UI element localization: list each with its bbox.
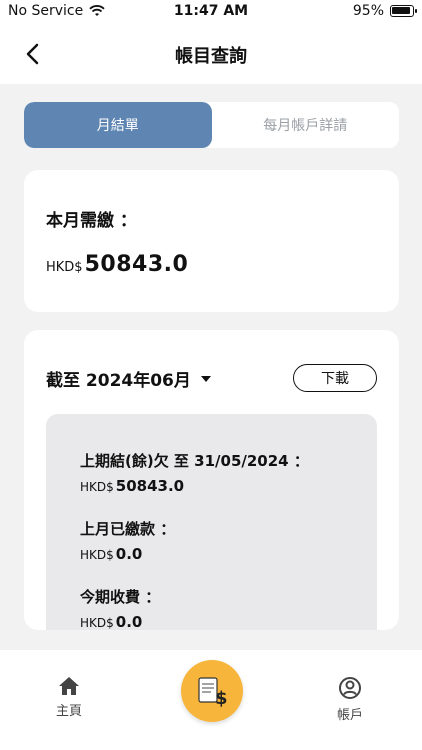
tab-monthly-statement[interactable]: 月結單: [24, 102, 212, 148]
account-icon: [339, 677, 361, 699]
previous-balance-amount: HKD$ 50843.0: [80, 477, 309, 495]
tab-monthly-account-details[interactable]: 每月帳戶詳請: [212, 102, 400, 148]
bill-center-button[interactable]: $: [181, 660, 243, 722]
nav-account[interactable]: 帳戶: [337, 676, 363, 723]
last-month-paid-amount: HKD$ 0.0: [80, 545, 175, 563]
status-bar: No Service 11:47 AM 95%: [0, 0, 422, 24]
header: 帳目查詢: [0, 24, 422, 84]
svg-text:$: $: [215, 688, 228, 708]
amount-due-title: 本月需繳 ：: [46, 211, 137, 231]
previous-balance-label: 上期結(餘)欠 至 31/05/2024 ：: [80, 452, 309, 470]
amount-due-value: 50843.0: [84, 252, 189, 277]
month-label: 截至 2024年06月: [46, 371, 191, 391]
nav-account-label: 帳戶: [337, 708, 364, 723]
last-month-paid-item: 上月已繳款 ： HKD$ 0.0: [80, 518, 175, 563]
current-charges-amount: HKD$ 0.0: [80, 613, 160, 630]
status-right: 95%: [352, 3, 417, 19]
month-selector[interactable]: 截至 2024年06月: [46, 366, 211, 391]
home-indicator: [0, 744, 422, 750]
nav-home-label: 主頁: [56, 704, 83, 719]
tab-bar: 月結單 每月帳戶詳請: [24, 102, 399, 148]
home-icon: [59, 677, 79, 695]
last-month-paid-value: 0.0: [115, 545, 143, 563]
statement-details: 上期結(餘)欠 至 31/05/2024 ： HKD$ 50843.0 上月已繳…: [46, 414, 377, 630]
previous-balance-currency: HKD$: [80, 480, 114, 494]
amount-due-card: 本月需繳 ： HKD$ 50843.0: [24, 170, 399, 312]
current-charges-item: 今期收費 ： HKD$ 0.0: [80, 586, 160, 630]
last-month-paid-currency: HKD$: [80, 548, 114, 562]
bill-dollar-icon: $: [198, 677, 228, 708]
current-charges-currency: HKD$: [80, 616, 114, 630]
nav-home[interactable]: 主頁: [56, 676, 82, 719]
previous-balance-value: 50843.0: [115, 477, 185, 495]
current-charges-value: 0.0: [115, 613, 143, 630]
previous-balance-item: 上期結(餘)欠 至 31/05/2024 ： HKD$ 50843.0: [80, 450, 309, 495]
current-charges-label: 今期收費 ：: [80, 588, 161, 606]
statement-card: 截至 2024年06月 下載 上期結(餘)欠 至 31/05/2024 ： HK…: [24, 330, 399, 630]
page-title: 帳目查詢: [175, 46, 247, 67]
battery-percent: 95%: [352, 3, 384, 19]
last-month-paid-label: 上月已繳款 ：: [80, 520, 176, 538]
battery-icon: [390, 5, 417, 17]
caret-down-icon: [200, 375, 211, 382]
download-button[interactable]: 下載: [293, 364, 377, 392]
amount-due: HKD$ 50843.0: [46, 252, 188, 277]
amount-due-currency: HKD$: [46, 260, 83, 275]
